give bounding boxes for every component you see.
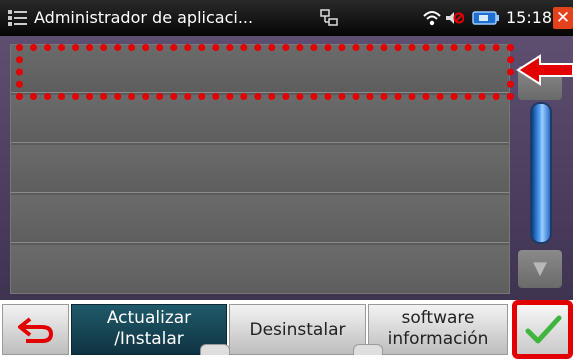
list-item[interactable] — [11, 95, 509, 143]
bottom-toolbar: Actualizar /Instalar Desinstalar softwar… — [0, 300, 573, 359]
wifi-icon — [423, 11, 441, 26]
confirm-button-highlight — [512, 300, 573, 359]
info-label-line2: información — [387, 329, 489, 349]
volume-muted-icon — [446, 12, 464, 24]
scroll-down-button[interactable]: ▼ — [518, 250, 562, 288]
app-manager-icon — [8, 10, 27, 26]
update-label-line1: Actualizar — [106, 308, 192, 328]
tab-notch — [353, 344, 383, 355]
uninstall-label: Desinstalar — [249, 320, 346, 340]
status-bar: Administrador de aplicaci... 15:18 ✕ — [0, 0, 573, 36]
window-title: Administrador de aplicaci... — [34, 8, 254, 27]
network-icon — [320, 9, 338, 26]
clock: 15:18 — [506, 8, 553, 27]
battery-icon — [472, 11, 499, 25]
software-info-button[interactable]: software información — [353, 304, 508, 355]
tab-notch — [200, 344, 230, 355]
list-item[interactable] — [11, 195, 509, 243]
uninstall-button[interactable]: Desinstalar — [229, 304, 366, 355]
chevron-down-icon: ▼ — [533, 258, 547, 279]
close-icon[interactable]: ✕ — [553, 7, 573, 29]
red-pointer-arrow-icon — [516, 54, 573, 86]
list-item[interactable] — [11, 145, 509, 193]
scrollbar-thumb[interactable] — [532, 104, 550, 242]
back-arrow-icon — [17, 317, 53, 343]
update-install-button[interactable]: Actualizar /Instalar — [71, 304, 230, 355]
info-label-line1: software — [401, 308, 475, 328]
first-row-highlight — [16, 44, 514, 100]
back-button[interactable] — [2, 304, 69, 355]
list-item[interactable] — [11, 245, 509, 293]
